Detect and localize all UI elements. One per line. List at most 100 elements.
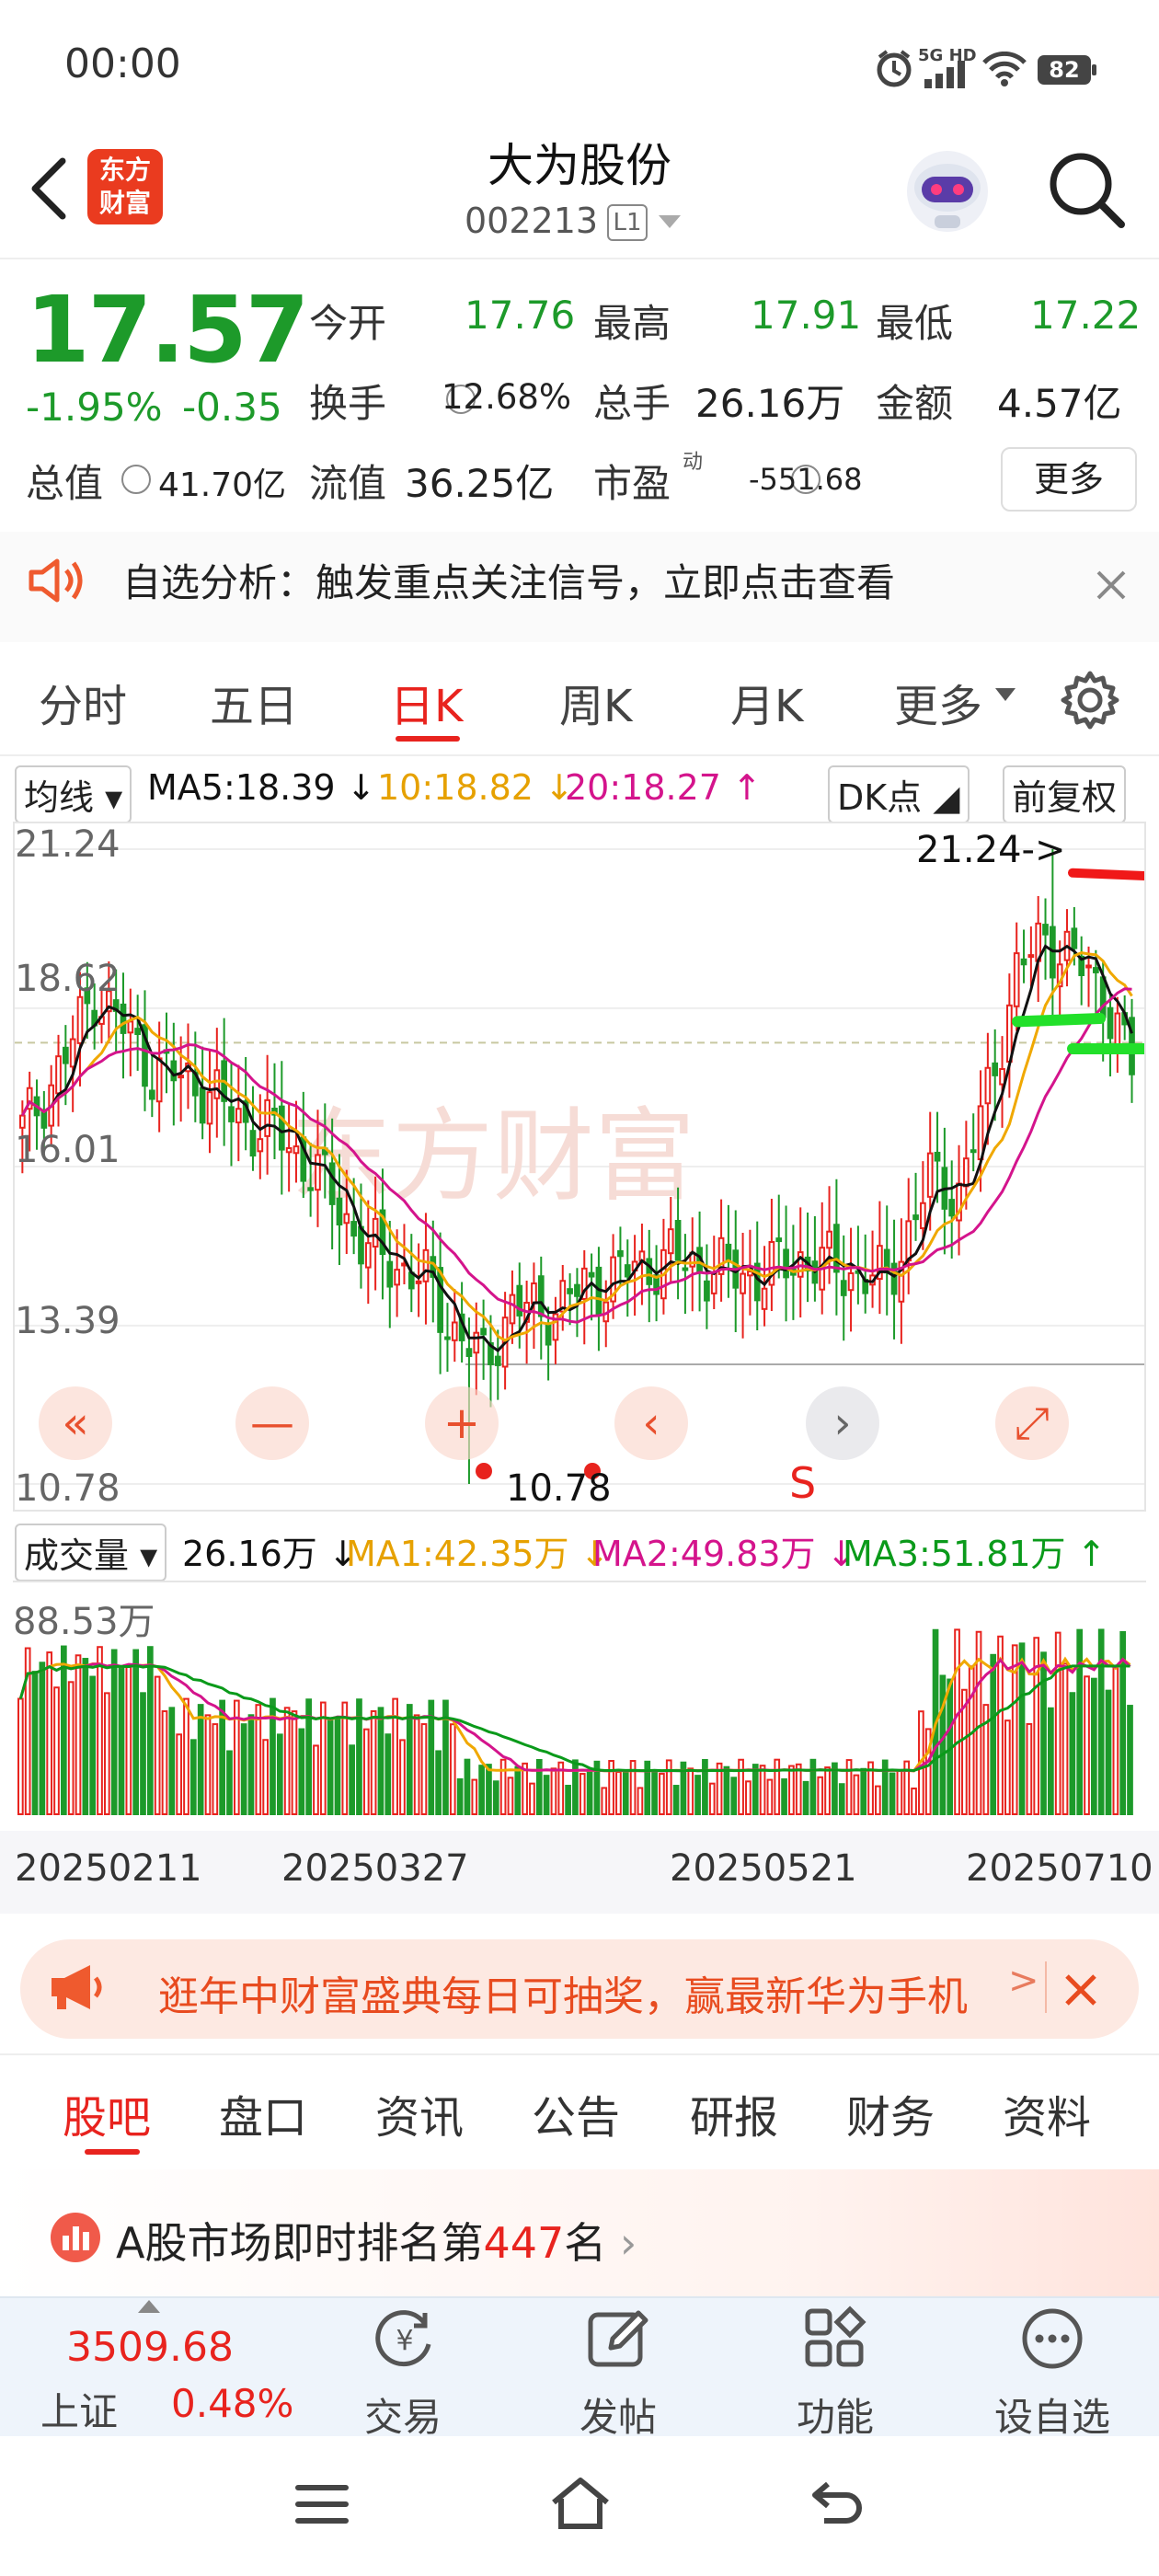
y-label-4: 13.39	[15, 1300, 120, 1342]
candle-body	[264, 1098, 270, 1137]
search-icon[interactable]	[1044, 147, 1127, 230]
index-name[interactable]: 上证	[40, 2381, 118, 2437]
candle-body	[624, 1264, 631, 1278]
volume-bar	[313, 1744, 319, 1815]
volume-bar	[889, 1772, 896, 1815]
candle-body	[840, 1280, 847, 1296]
info-dot-icon[interactable]	[121, 465, 151, 494]
candle-body	[1013, 952, 1020, 1007]
zoom-out-button[interactable]: —	[235, 1386, 309, 1460]
volume-bar	[406, 1704, 413, 1815]
x-label-2: 20250327	[281, 1847, 469, 1890]
volume-chart[interactable]: 88.53万	[13, 1581, 1146, 1831]
tab-profile[interactable]: 资料	[1003, 2081, 1091, 2145]
next-button[interactable]: ›	[806, 1386, 879, 1460]
volume-bar	[1105, 1689, 1112, 1815]
volume-bar	[89, 1675, 97, 1815]
volume-bar	[702, 1758, 708, 1815]
back-nav-icon[interactable]	[809, 2478, 865, 2530]
low-value: 17.22	[1030, 293, 1142, 338]
caret-down-icon[interactable]	[659, 215, 681, 230]
volume-bar	[774, 1758, 781, 1815]
ma-selector[interactable]: 均线 ▾	[15, 765, 132, 823]
prev-button[interactable]: ‹	[614, 1386, 688, 1460]
price-adjust-button[interactable]: 前复权	[1003, 765, 1127, 823]
tab-finance[interactable]: 财务	[846, 2081, 935, 2145]
tab-news[interactable]: 资讯	[375, 2081, 464, 2145]
tab-guba[interactable]: 股吧	[63, 2081, 151, 2145]
tab-research[interactable]: 研报	[690, 2081, 778, 2145]
volume-bar	[456, 1777, 464, 1815]
volume-bar	[809, 1758, 817, 1815]
volume-bar	[659, 1773, 665, 1816]
tab-more[interactable]: 更多	[894, 670, 982, 734]
home-icon[interactable]	[548, 2475, 613, 2532]
volume-bar	[464, 1758, 471, 1815]
candle-body	[999, 1068, 1005, 1086]
tab-weekly-k[interactable]: 周K	[559, 670, 632, 734]
signal-icon	[924, 61, 965, 88]
volume-bar	[291, 1710, 298, 1815]
candle-body	[926, 1152, 934, 1198]
post-label[interactable]: 发帖	[526, 2386, 710, 2443]
tab-five-day[interactable]: 五日	[210, 670, 298, 734]
volume-bar	[204, 1714, 212, 1815]
caret-down-icon[interactable]	[995, 688, 1016, 703]
tab-timeshare[interactable]: 分时	[39, 670, 127, 734]
trade-label[interactable]: 交易	[311, 2386, 495, 2443]
level-badge[interactable]: L1	[607, 204, 648, 241]
more-quote-button[interactable]: 更多	[1001, 447, 1137, 512]
candle-body	[761, 1287, 768, 1310]
zoom-in-button[interactable]: +	[425, 1386, 499, 1460]
chevron-right-icon: >	[1008, 1960, 1039, 2002]
candle-body	[213, 1069, 221, 1099]
settings-gear-icon[interactable]	[1060, 670, 1120, 730]
volume-bar	[579, 1773, 586, 1815]
robot-mascot-icon[interactable]	[901, 145, 993, 237]
candle-body	[76, 995, 84, 1044]
volume-bar	[247, 1714, 255, 1816]
grid-icon[interactable]	[802, 2306, 868, 2372]
index-change[interactable]: 0.48%	[171, 2381, 293, 2426]
volume-bar	[471, 1778, 478, 1816]
x-label-4: 20250710	[966, 1847, 1153, 1890]
dk-point-selector[interactable]: DK点 ◢	[828, 765, 970, 823]
volume-bar	[1076, 1628, 1084, 1815]
rank-text[interactable]: A股市场即时排名第447名 ›	[116, 2210, 637, 2271]
tab-announcements[interactable]: 公告	[532, 2081, 620, 2145]
candle-body	[934, 1151, 941, 1162]
volume-bar	[738, 1758, 744, 1815]
volume-bar	[759, 1765, 766, 1815]
candle-body	[783, 1248, 789, 1279]
volume-bar	[694, 1775, 701, 1815]
volume-bar	[1091, 1677, 1097, 1816]
candle-body	[249, 1130, 257, 1157]
kline-chart[interactable]: 东方财富 21.24 18.62 16.01 13.39 10.78 21.24…	[13, 822, 1146, 1512]
tab-pankou[interactable]: 盘口	[219, 2081, 307, 2145]
close-icon[interactable]	[1063, 1972, 1098, 2007]
volume-bar	[1054, 1631, 1061, 1816]
more-circle-icon[interactable]	[1019, 2306, 1085, 2372]
functions-label[interactable]: 功能	[743, 2386, 927, 2443]
app-logo[interactable]: 东方财富	[87, 149, 163, 224]
tab-daily-k[interactable]: 日K	[390, 670, 463, 734]
menu-icon[interactable]	[294, 2482, 350, 2526]
tab-monthly-k[interactable]: 月K	[730, 670, 803, 734]
notice-text[interactable]: 自选分析：触发重点关注信号，立即点击查看	[122, 552, 895, 608]
y-label-3: 16.01	[15, 1129, 120, 1171]
fast-back-button[interactable]: «	[39, 1386, 112, 1460]
index-value[interactable]: 3509.68	[66, 2324, 234, 2371]
edit-icon[interactable]	[585, 2306, 651, 2372]
fullscreen-button[interactable]: ⤢	[995, 1386, 1069, 1460]
back-arrow-icon[interactable]	[18, 152, 83, 225]
dk-point-label: DK点	[837, 777, 923, 818]
volume-selector[interactable]: 成交量 ▾	[15, 1524, 167, 1581]
close-icon[interactable]	[1095, 569, 1128, 602]
add-watchlist-label[interactable]: 设自选	[960, 2386, 1144, 2443]
svg-text:¥: ¥	[396, 2325, 413, 2357]
candle-body	[315, 1154, 321, 1191]
yuan-icon[interactable]: ¥	[372, 2306, 438, 2372]
promo-text[interactable]: 逛年中财富盛典每日可抽奖，赢最新华为手机	[158, 1963, 968, 2022]
float-label: 流值	[309, 461, 387, 506]
candle-body	[437, 1267, 443, 1333]
